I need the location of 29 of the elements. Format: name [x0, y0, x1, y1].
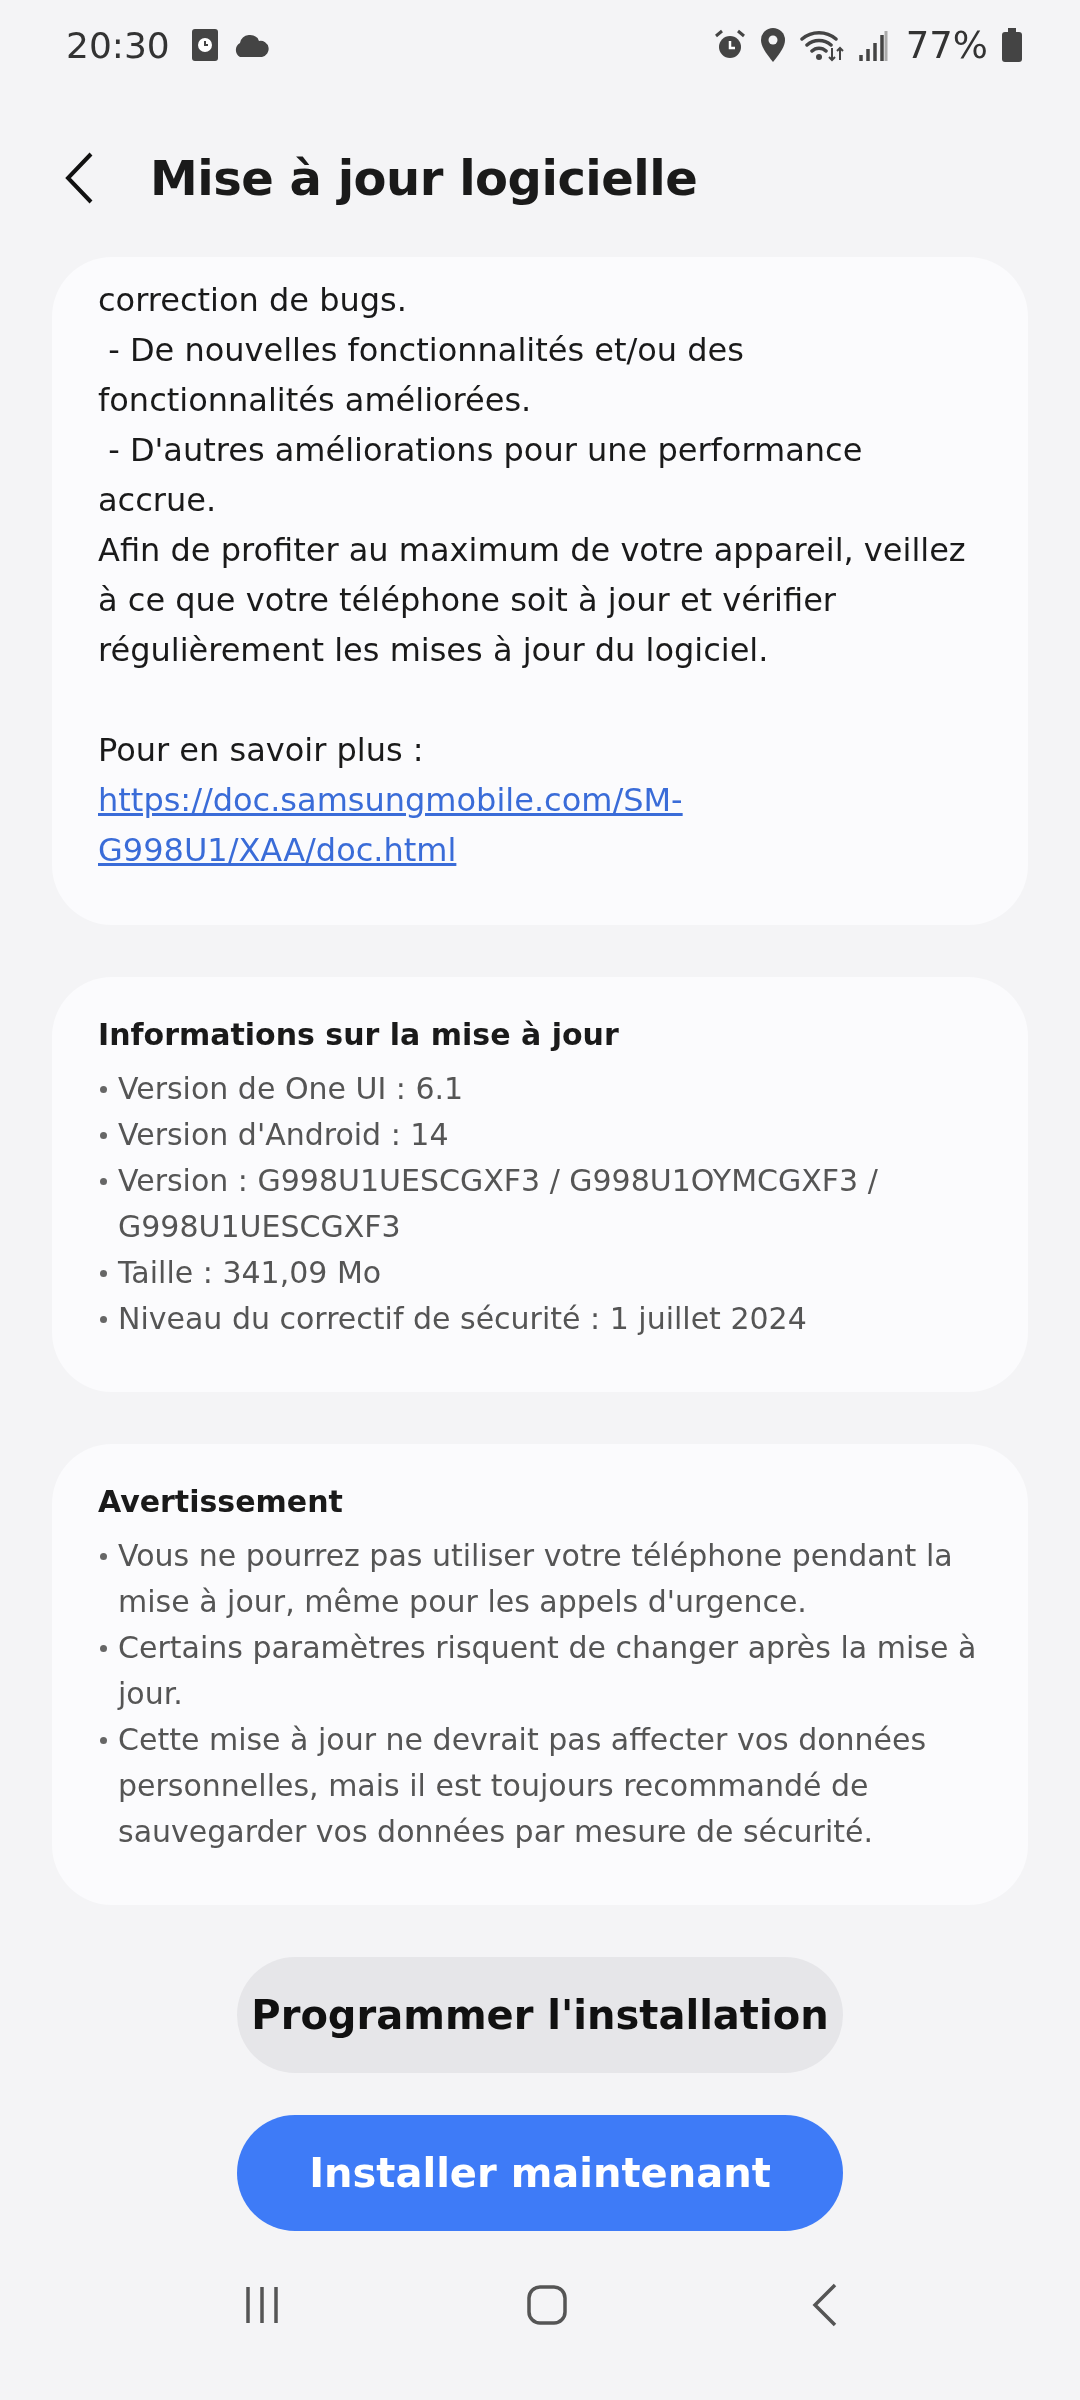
- release-note-text: - De nouvelles fonctionnalités et/ou des fonctionnalités améliorées.: [98, 330, 745, 421]
- schedule-install-button[interactable]: Programmer l'installation: [237, 1957, 843, 2073]
- section-heading: Informations sur la mise à jour: [98, 1017, 620, 1052]
- update-info-item: Niveau du correctif de sécurité : 1 juillet 2024: [98, 1296, 982, 1342]
- update-info-item: Taille : 341,09 Mo: [98, 1250, 982, 1296]
- wifi-icon: [799, 28, 844, 62]
- home-icon[interactable]: [526, 2284, 568, 2326]
- signal-icon: [857, 29, 888, 61]
- back-icon[interactable]: [812, 2283, 838, 2327]
- update-info-item: Version : G998U1UESCGXF3 / G998U1OYMCGXF3 / G998U1UESCGXF3: [98, 1158, 982, 1250]
- warning-item: Certains paramètres risquent de changer après la mise à jour.: [98, 1625, 982, 1717]
- page-title: Mise à jour logicielle: [150, 149, 698, 206]
- release-note-text: correction de bugs.: [98, 280, 408, 321]
- release-notes-link[interactable]: https://doc.samsungmobile.com/SM-G998U1/XAA/doc.html: [98, 775, 982, 875]
- section-heading: Avertissement: [98, 1484, 344, 1519]
- install-now-button[interactable]: Installer maintenant: [237, 2115, 843, 2231]
- battery-percent: 77%: [905, 23, 988, 67]
- learn-more-label: Pour en savoir plus :: [98, 730, 425, 771]
- clock-icon: [191, 29, 218, 61]
- release-note-text: - D'autres améliorations pour une performance accrue.: [98, 430, 864, 521]
- clock-time: 20:30: [66, 24, 170, 66]
- warning-item: Vous ne pourrez pas utiliser votre téléphone pendant la mise à jour, même pour les appels d'urgence.: [98, 1533, 982, 1625]
- location-pin-icon: [759, 28, 786, 62]
- update-info-item: Version de One UI : 6.1: [98, 1066, 982, 1112]
- update-info-item: Version d'Android : 14: [98, 1112, 982, 1158]
- warning-item: Cette mise à jour ne devrait pas affecter vos données personnelles, mais il est toujours recommandé de sauvegarder vos données par mesure de sécurité.: [98, 1717, 982, 1855]
- battery-icon: [1002, 28, 1022, 62]
- alarm-icon: [713, 29, 746, 61]
- release-note-text: Afin de profiter au maximum de votre appareil, veillez à ce que votre téléphone soit à jour et vérifier régulièrement les mises à jour du logiciel.: [98, 530, 967, 671]
